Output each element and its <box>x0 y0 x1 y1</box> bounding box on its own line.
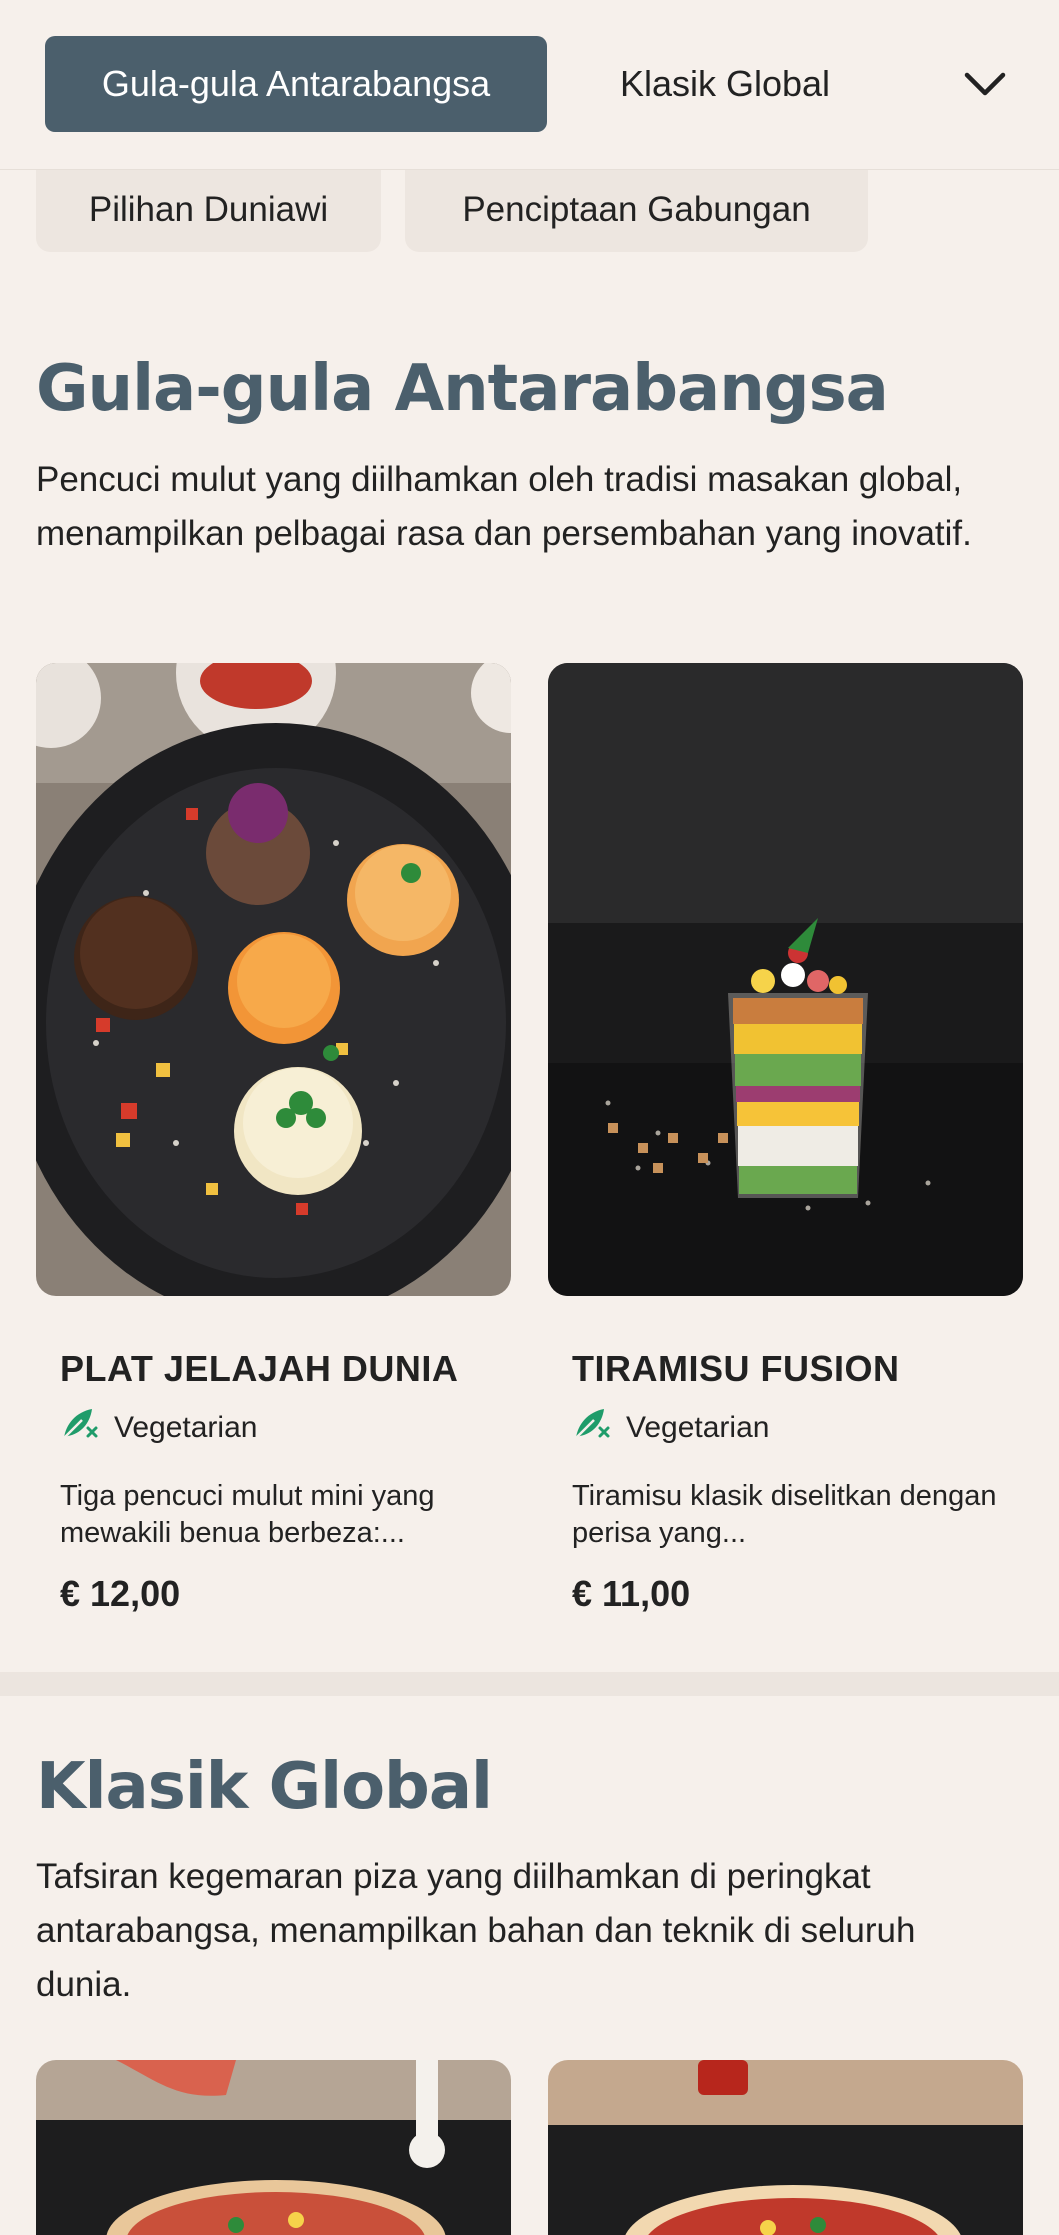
tab-gula-gula-antarabangsa[interactable]: Gula-gula Antarabangsa <box>45 36 547 132</box>
category-nav: Gula-gula Antarabangsa Klasik Global <box>0 0 1059 170</box>
tab-penciptaan-gabungan[interactable]: Penciptaan Gabungan <box>405 168 868 252</box>
section-title: Klasik Global <box>36 1750 493 1824</box>
menu-item-price: € 11,00 <box>572 1573 691 1614</box>
tag-label: Vegetarian <box>626 1411 770 1444</box>
menu-item-description: Tiga pencuci mulut mini yang mewakili be… <box>60 1480 435 1549</box>
tag-label: Vegetarian <box>114 1411 258 1444</box>
menu-item-price: € 12,00 <box>60 1573 181 1614</box>
pizza-image[interactable] <box>548 2060 1023 2235</box>
section-description: Pencuci mulut yang diilhamkan oleh tradi… <box>36 460 972 553</box>
vegetarian-leaf-icon <box>572 1406 612 1450</box>
menu-item-name: PLAT JELAJAH DUNIA <box>60 1348 459 1389</box>
tiramisu-glass-image <box>548 663 1023 1296</box>
section-description: Tafsiran kegemaran piza yang diilhamkan … <box>36 1857 916 2004</box>
section-divider <box>0 1672 1059 1696</box>
menu-item-description: Tiramisu klasik diselitkan dengan perisa… <box>572 1480 997 1549</box>
pizza-image[interactable] <box>36 2060 511 2235</box>
vegetarian-leaf-icon <box>60 1406 100 1450</box>
section-title: Gula-gula Antarabangsa <box>36 352 889 426</box>
tab-klasik-global[interactable]: Klasik Global <box>580 36 870 132</box>
vegetarian-tag: Vegetarian <box>572 1406 769 1450</box>
chevron-down-icon[interactable] <box>955 55 1015 115</box>
tab-pilihan-duniawi[interactable]: Pilihan Duniawi <box>36 168 381 252</box>
menu-item-name: TIRAMISU FUSION <box>572 1348 900 1389</box>
vegetarian-tag: Vegetarian <box>60 1406 257 1450</box>
dessert-plate-image <box>36 663 511 1296</box>
